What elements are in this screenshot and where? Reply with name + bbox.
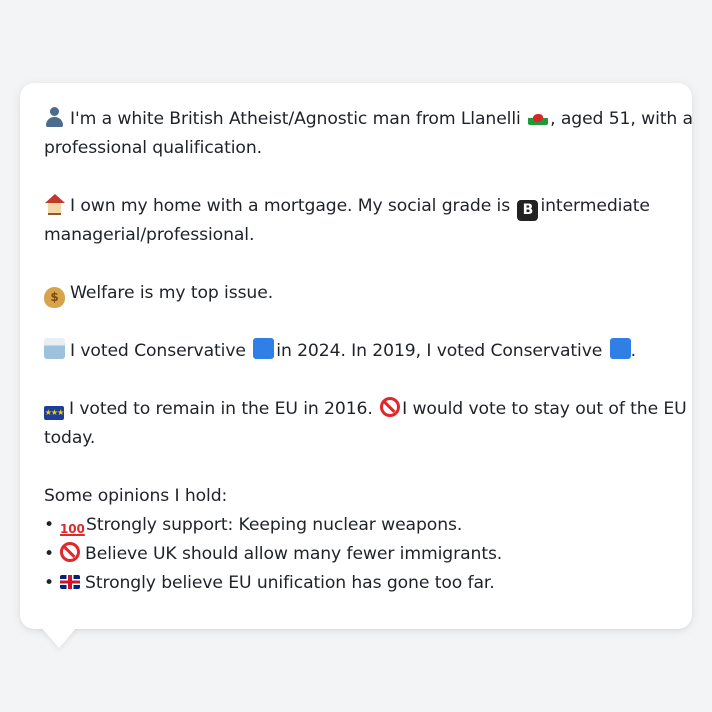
blue-square-icon — [253, 338, 275, 359]
bullet: • — [44, 544, 55, 564]
vote-2024-text: I voted Conservative — [70, 341, 246, 361]
persona-message-bubble: I'm a white British Atheist/Agnostic man… — [20, 83, 693, 629]
money-bag-icon: $ — [44, 287, 65, 308]
bust-in-silhouette-icon — [44, 106, 65, 127]
identity-paragraph: I'm a white British Atheist/Agnostic man… — [44, 105, 693, 163]
wales-flag-icon — [528, 111, 549, 125]
bullet: • — [44, 515, 55, 535]
opinion-text: Believe UK should allow many fewer immig… — [85, 544, 503, 564]
ballot-box-icon — [44, 338, 65, 359]
vote-paragraph: I voted Conservative in 2024. In 2019, I… — [44, 337, 668, 366]
issue-paragraph: $ Welfare is my top issue. — [44, 279, 668, 308]
home-paragraph: I own my home with a mortgage. My social… — [44, 192, 668, 250]
hundred-points-icon: 100 — [60, 522, 85, 536]
uk-flag-icon — [60, 575, 81, 589]
eu-today-text: I would vote to stay out of the EU — [402, 399, 687, 419]
eu-paragraph: ★★★ I voted to remain in the EU in 2016. … — [44, 395, 687, 453]
bubble-tail — [40, 626, 78, 648]
eu-flag-icon: ★★★ — [44, 406, 64, 420]
vote-period: . — [630, 341, 636, 361]
top-issue-text: Welfare is my top issue. — [70, 283, 274, 303]
grade-text: intermediate — [540, 196, 650, 216]
identity-age-text: , aged 51, with a — [550, 109, 693, 129]
opinions-list: Some opinions I hold: • 100Strongly suppo… — [44, 482, 668, 598]
eu-2016-text: I voted to remain in the EU in 2016. — [69, 399, 373, 419]
qualification-text: professional qualification. — [44, 138, 262, 158]
opinion-text: Strongly believe EU unification has gone… — [85, 573, 495, 593]
opinions-heading: Some opinions I hold: — [44, 486, 228, 506]
opinion-text: Strongly support: Keeping nuclear weapon… — [86, 515, 463, 535]
list-item: • Strongly believe EU unification has gon… — [44, 569, 668, 598]
vote-2019-text: in 2024. In 2019, I voted Conservative — [276, 341, 603, 361]
list-item: • 100Strongly support: Keeping nuclear we… — [44, 511, 668, 540]
identity-text: I'm a white British Atheist/Agnostic man… — [70, 109, 521, 129]
blue-square-icon — [609, 338, 631, 359]
grade-category-text: managerial/professional. — [44, 225, 255, 245]
eu-today-text-end: today. — [44, 428, 96, 448]
b-button-icon: B — [517, 200, 539, 221]
list-item: • Believe UK should allow many fewer immi… — [44, 540, 668, 569]
prohibited-icon — [380, 397, 401, 417]
bullet: • — [44, 573, 55, 593]
house-icon — [44, 193, 65, 215]
prohibited-icon — [60, 542, 81, 562]
home-text: I own my home with a mortgage. My social… — [70, 196, 511, 216]
